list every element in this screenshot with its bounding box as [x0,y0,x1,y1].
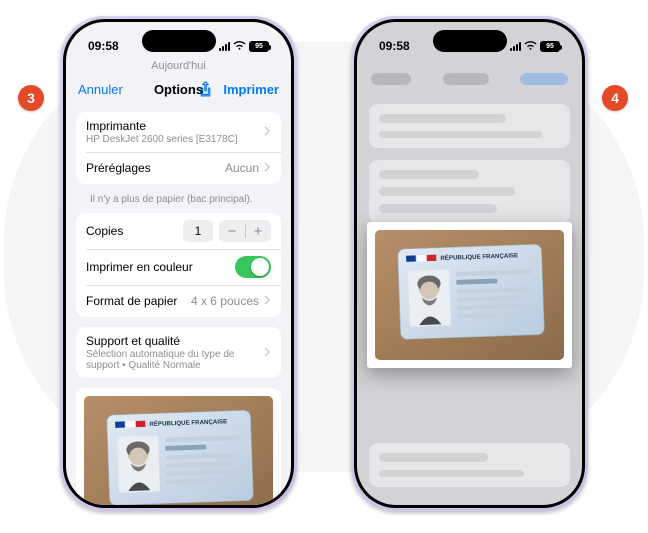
battery-icon: 95 [249,41,269,52]
id-card-thumbnail: RÉPUBLIQUE FRANÇAISE [375,230,564,360]
wifi-icon [524,41,537,51]
support-quality-row[interactable]: Support et qualité Sélection automatique… [76,327,281,378]
plus-icon[interactable]: + [245,224,271,239]
signal-icon [510,42,521,51]
paper-warning: Il n'y a plus de papier (bac principal). [76,194,281,213]
copies-label: Copies [86,224,123,238]
paper-format-row[interactable]: Format de papier 4 x 6 pouces [76,285,281,317]
status-time: 09:58 [379,39,410,53]
presets-label: Préréglages [86,161,151,175]
minus-icon[interactable]: − [219,224,245,239]
blurred-nav [357,62,582,96]
phone-left: 09:58 95 Aujourd'hui Annuler Options Imp… [60,16,297,511]
preview-popup[interactable]: RÉPUBLIQUE FRANÇAISE [367,222,572,368]
dynamic-island [433,30,507,52]
dynamic-island [142,30,216,52]
status-time: 09:58 [88,39,119,53]
chevron-right-icon [264,125,271,139]
cancel-button[interactable]: Annuler [78,82,123,97]
color-label: Imprimer en couleur [86,260,193,274]
blurred-content [357,96,582,231]
presets-value: Aucun [225,161,259,175]
copies-value: 1 [183,220,213,242]
phone-right: 09:58 95 [351,16,588,511]
battery-icon: 95 [540,41,560,52]
signal-icon [219,42,230,51]
printer-label: Imprimante [86,119,238,133]
chevron-right-icon [264,346,271,360]
presets-row[interactable]: Préréglages Aucun [76,152,281,184]
step-badge-3: 3 [18,85,44,111]
copies-row: Copies 1 − + [76,213,281,249]
support-sub: Sélection automatique du type de support… [86,349,256,371]
color-switch[interactable] [235,256,271,278]
paper-value: 4 x 6 pouces [191,294,259,308]
share-icon[interactable] [198,81,213,98]
chevron-right-icon [264,161,271,175]
printer-row[interactable]: Imprimante HP DeskJet 2600 series [E3178… [76,112,281,152]
step-badge-4: 4 [602,85,628,111]
wifi-icon [233,41,246,51]
print-preview[interactable]: RÉPUBLIQUE FRANÇAISE [76,388,281,505]
id-card-thumbnail: RÉPUBLIQUE FRANÇAISE [84,396,273,505]
chevron-right-icon [264,294,271,308]
paper-label: Format de papier [86,294,177,308]
print-button[interactable]: Imprimer [223,82,279,97]
date-header: Aujourd'hui [66,60,291,72]
copies-stepper[interactable]: − + [219,220,271,242]
color-row: Imprimer en couleur [76,249,281,285]
support-label: Support et qualité [86,334,256,348]
printer-value: HP DeskJet 2600 series [E3178C] [86,134,238,145]
blurred-bottom [369,443,570,487]
